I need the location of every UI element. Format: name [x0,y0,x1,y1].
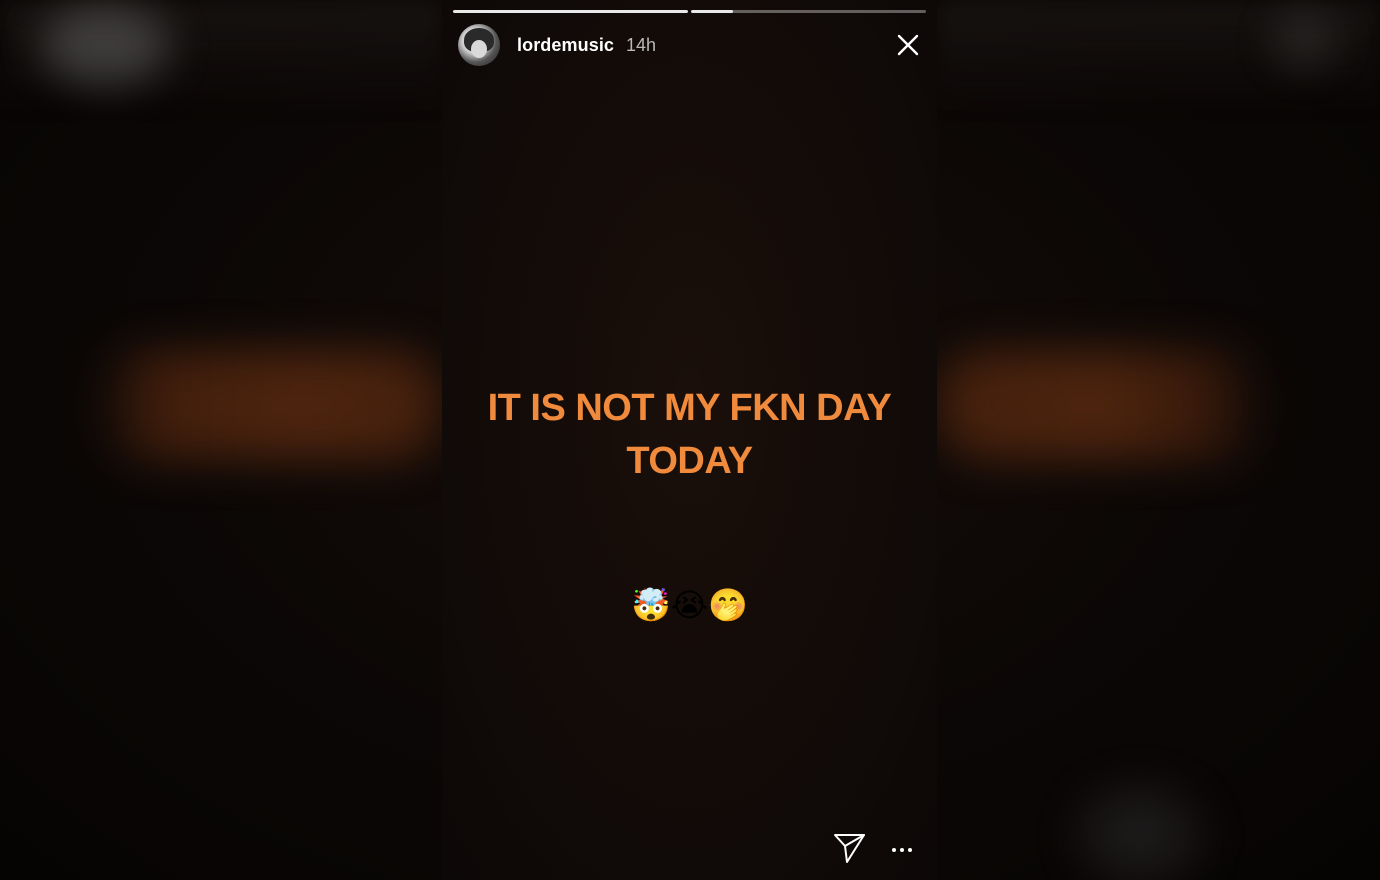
story-viewer: lordemusic 14h IT IS NOT MY FKN DAY TODA… [0,0,1380,880]
caption-line-2: TODAY [626,440,753,482]
progress-segment-1 [453,10,688,13]
close-icon[interactable] [895,32,921,58]
progress-segment-2 [691,10,926,13]
story-progress-bar [453,10,926,13]
story-panel[interactable]: lordemusic 14h IT IS NOT MY FKN DAY TODA… [442,0,937,880]
post-time: 14h [626,34,657,55]
send-icon[interactable] [833,832,867,869]
blurred-backdrop-left [0,0,442,880]
username[interactable]: lordemusic [517,35,614,56]
story-caption: IT IS NOT MY FKN DAY TODAY [442,382,937,488]
emoji-row: 🤯😭🤭 [630,586,749,624]
more-options-icon[interactable] [891,841,913,859]
caption-line-1: IT IS NOT MY FKN DAY [487,387,892,429]
story-header: lordemusic 14h [458,24,921,66]
blurred-backdrop-right [937,0,1380,880]
story-footer [833,830,913,870]
user-avatar-icon[interactable] [458,24,500,66]
